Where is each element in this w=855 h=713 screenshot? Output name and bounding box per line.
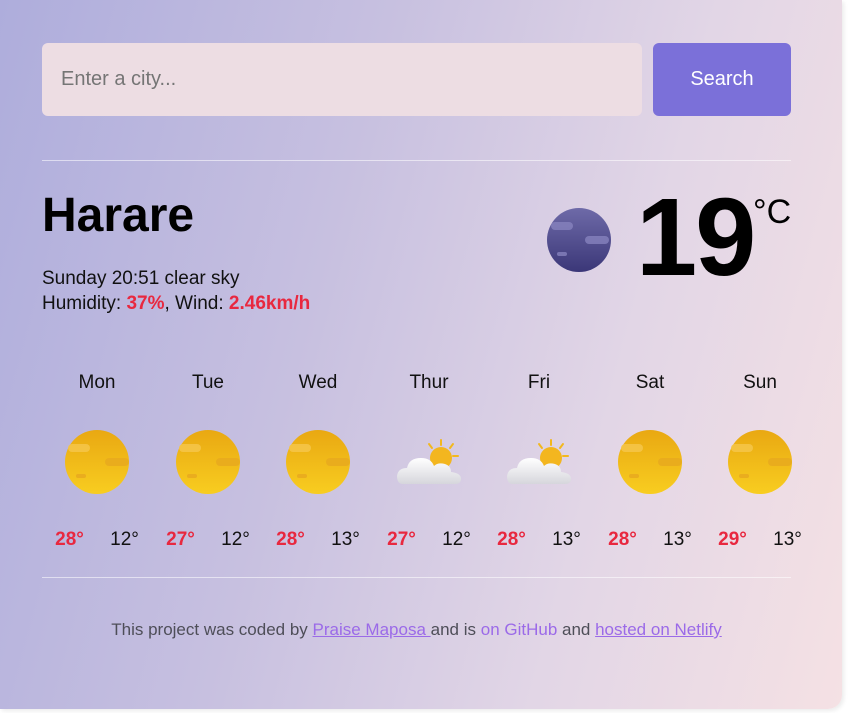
forecast-day: Tue 27° 12° bbox=[153, 370, 263, 560]
forecast-day-name: Thur bbox=[409, 372, 449, 393]
search-button[interactable]: Search bbox=[653, 43, 791, 116]
weather-card: Search Harare Sunday 20:51 clear sky Hum… bbox=[0, 0, 842, 709]
forecast-min-temp: 13° bbox=[331, 529, 360, 550]
forecast-day-name: Mon bbox=[78, 372, 116, 393]
weather-description: clear sky bbox=[164, 268, 240, 289]
footer: This project was coded by Praise Maposa … bbox=[0, 618, 833, 642]
partly-cloudy-icon bbox=[395, 428, 463, 496]
wind-value: 2.46km/h bbox=[228, 293, 311, 314]
footer-text: and bbox=[557, 620, 596, 639]
forecast-min-temp: 12° bbox=[442, 529, 471, 550]
current-details: Sunday 20:51 clear sky Humidity: 37%, Wi… bbox=[42, 266, 310, 316]
forecast-day: Thur 27° 12° bbox=[374, 370, 484, 560]
forecast-max-temp: 27° bbox=[166, 529, 195, 550]
forecast-max-temp: 28° bbox=[497, 529, 526, 550]
forecast-min-temp: 12° bbox=[221, 529, 250, 550]
forecast-day: Fri 28° 13° bbox=[484, 370, 594, 560]
current-temperature: 19 bbox=[636, 176, 756, 299]
humidity-value: 37% bbox=[126, 293, 165, 314]
humidity-label: Humidity: bbox=[42, 293, 127, 314]
footer-text: This project was coded by bbox=[111, 620, 313, 639]
footer-text: and is bbox=[430, 620, 481, 639]
forecast-min-temp: 12° bbox=[110, 529, 139, 550]
city-search-input[interactable] bbox=[42, 43, 642, 116]
partly-cloudy-icon bbox=[505, 428, 573, 496]
forecast-day-name: Sat bbox=[635, 372, 665, 393]
city-name: Harare bbox=[42, 189, 195, 242]
humidity-wind-line: Humidity: 37%, Wind: 2.46km/h bbox=[42, 291, 310, 316]
forecast-max-temp: 27° bbox=[387, 529, 416, 550]
forecast-min-temp: 13° bbox=[552, 529, 581, 550]
date-description-line: Sunday 20:51 clear sky bbox=[42, 266, 310, 291]
sun-icon bbox=[174, 428, 242, 496]
forecast-day: Mon 28° 12° bbox=[42, 370, 152, 560]
forecast-day: Sun 29° 13° bbox=[705, 370, 815, 560]
forecast-day-name: Fri bbox=[527, 372, 551, 393]
forecast-day-name: Tue bbox=[191, 372, 225, 393]
top-divider bbox=[42, 160, 791, 161]
forecast-day: Wed 28° 13° bbox=[263, 370, 373, 560]
forecast-day: Sat 28° 13° bbox=[595, 370, 705, 560]
sun-icon bbox=[726, 428, 794, 496]
forecast-max-temp: 28° bbox=[276, 529, 305, 550]
night-clear-moon-icon bbox=[547, 208, 611, 272]
forecast-max-temp: 29° bbox=[718, 529, 747, 550]
sun-icon bbox=[63, 428, 131, 496]
temperature-unit: °C bbox=[753, 193, 792, 231]
forecast-max-temp: 28° bbox=[55, 529, 84, 550]
forecast-day-name: Sun bbox=[743, 372, 777, 393]
wind-label: , Wind: bbox=[164, 293, 229, 314]
forecast-min-temp: 13° bbox=[663, 529, 692, 550]
sun-icon bbox=[616, 428, 684, 496]
author-link[interactable]: Praise Maposa bbox=[313, 620, 431, 639]
forecast-day-name: Wed bbox=[298, 372, 338, 393]
forecast-max-temp: 28° bbox=[608, 529, 637, 550]
sun-icon bbox=[284, 428, 352, 496]
bottom-divider bbox=[42, 577, 791, 578]
github-link[interactable]: on GitHub bbox=[481, 620, 558, 639]
day-time: Sunday 20:51 bbox=[42, 268, 160, 289]
search-form: Search bbox=[42, 43, 791, 116]
netlify-link[interactable]: hosted on Netlify bbox=[595, 620, 722, 639]
forecast-min-temp: 13° bbox=[773, 529, 802, 550]
